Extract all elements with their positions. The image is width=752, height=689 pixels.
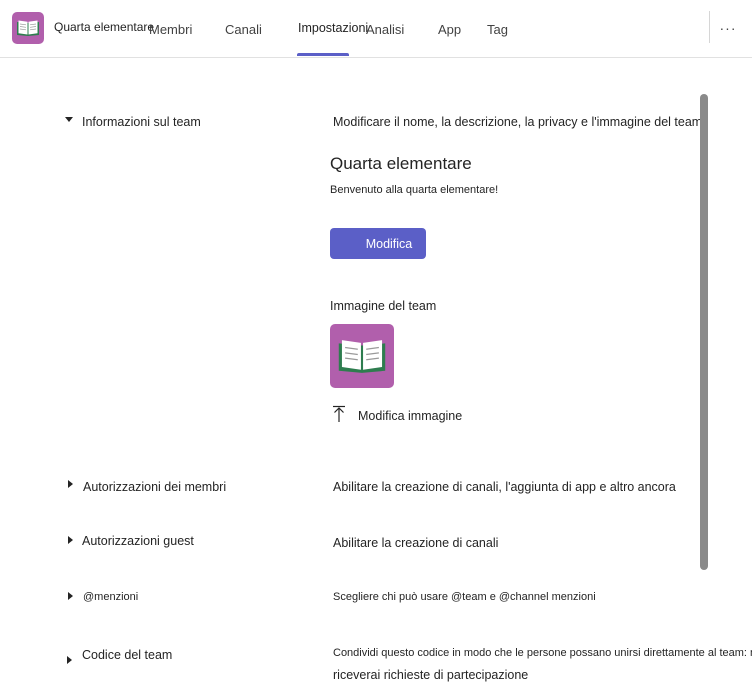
mentions-description: Scegliere chi può usare @team e @channel… [333, 591, 596, 603]
upload-icon[interactable] [332, 405, 346, 423]
team-title: Quarta elementare [330, 154, 472, 173]
team-info-description: Modificare il nome, la descrizione, la p… [333, 115, 703, 129]
tab-impostazioni[interactable]: Impostazioni [298, 21, 368, 35]
team-code-description-line1: Condividi questo codice in modo che le p… [333, 647, 752, 659]
chevron-right-icon[interactable] [65, 535, 75, 545]
team-name: Quarta elementare [54, 20, 155, 34]
chevron-right-icon[interactable] [65, 479, 75, 489]
section-guest-permissions[interactable]: Autorizzazioni guest [82, 534, 194, 548]
more-options-icon[interactable]: ··· [716, 18, 740, 38]
team-description: Benvenuto alla quarta elementare! [330, 184, 499, 196]
change-image-link[interactable]: Modifica immagine [358, 409, 462, 423]
section-team-info[interactable]: Informazioni sul team [82, 115, 201, 129]
team-avatar [12, 12, 44, 44]
book-icon [338, 340, 386, 373]
section-member-permissions[interactable]: Autorizzazioni dei membri [83, 480, 226, 494]
team-image-label: Immagine del team [330, 299, 437, 313]
team-image [330, 324, 394, 388]
chevron-right-icon[interactable] [65, 591, 75, 601]
scrollbar-thumb[interactable] [700, 94, 708, 570]
active-tab-indicator [297, 53, 349, 56]
book-icon [17, 20, 39, 36]
edit-team-button[interactable]: Modifica [330, 228, 426, 259]
member-permissions-description: Abilitare la creazione di canali, l'aggi… [333, 480, 676, 494]
tab-analisi[interactable]: Analisi [366, 22, 404, 37]
tab-app[interactable]: App [438, 22, 461, 37]
tab-tag[interactable]: Tag [487, 22, 508, 37]
chevron-down-icon[interactable] [64, 114, 74, 124]
section-team-code[interactable]: Codice del team [82, 648, 172, 662]
chevron-right-icon[interactable] [64, 655, 74, 665]
guest-permissions-description: Abilitare la creazione di canali [333, 536, 499, 550]
team-header: Quarta elementare Membri Canali Impostaz… [0, 0, 752, 58]
tab-membri[interactable]: Membri [149, 22, 192, 37]
tab-canali[interactable]: Canali [225, 22, 262, 37]
header-divider [709, 11, 710, 43]
team-code-description-line2: riceverai richieste di partecipazione [333, 668, 529, 682]
section-mentions[interactable]: @menzioni [83, 591, 138, 603]
